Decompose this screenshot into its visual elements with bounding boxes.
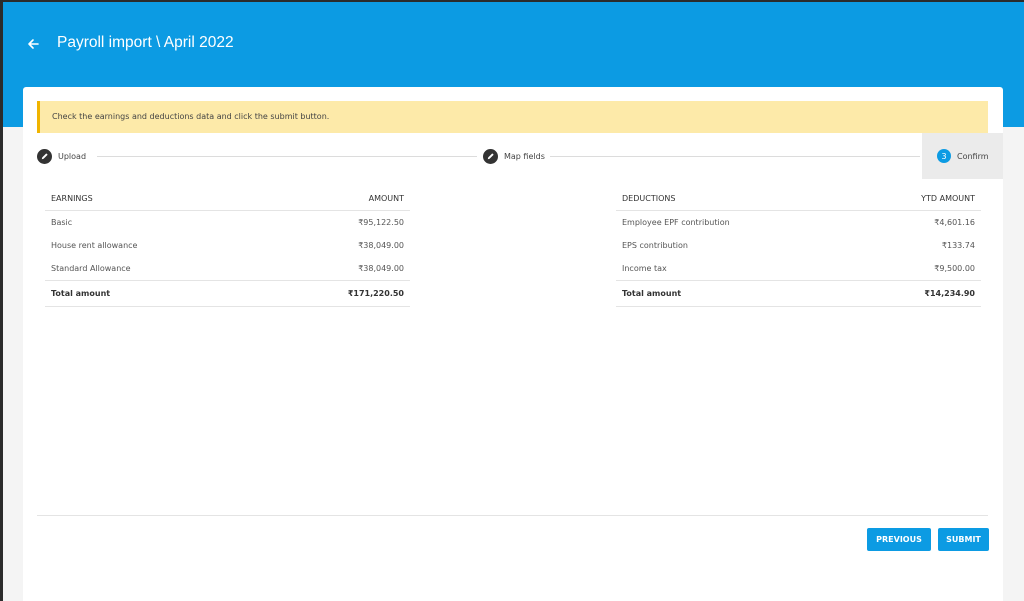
step-upload[interactable]: Upload xyxy=(37,148,86,164)
pencil-icon xyxy=(37,148,52,164)
table-row: Income tax ₹9,500.00 xyxy=(616,257,981,281)
stepper: Upload Map fields 3 Confirm xyxy=(37,133,1003,179)
table-row: Employee EPF contribution ₹4,601.16 xyxy=(616,211,981,235)
step-number-badge: 3 xyxy=(937,149,951,163)
info-banner: Check the earnings and deductions data a… xyxy=(37,101,988,133)
deduction-amount: ₹4,601.16 xyxy=(934,218,975,227)
previous-button[interactable]: PREVIOUS xyxy=(867,528,931,551)
earning-amount: ₹95,122.50 xyxy=(358,218,404,227)
window-top-border xyxy=(0,0,1024,2)
deduction-label: Income tax xyxy=(622,264,667,273)
step-confirm[interactable]: 3 Confirm xyxy=(922,133,1003,179)
ytd-amount-header: YTD AMOUNT xyxy=(851,186,981,211)
window-left-border xyxy=(0,0,3,601)
step-connector xyxy=(97,156,477,157)
deductions-table: DEDUCTIONS YTD AMOUNT Employee EPF contr… xyxy=(616,186,981,307)
total-row: Total amount ₹14,234.90 xyxy=(616,280,981,307)
page-title: Payroll import \ April 2022 xyxy=(57,34,234,51)
earnings-header: EARNINGS xyxy=(45,186,261,211)
earning-amount: ₹38,049.00 xyxy=(358,264,404,273)
deduction-amount: ₹9,500.00 xyxy=(934,264,975,273)
footer-divider xyxy=(37,515,988,516)
step-confirm-label: Confirm xyxy=(957,151,989,161)
table-row: Standard Allowance ₹38,049.00 xyxy=(45,257,410,281)
deductions-header: DEDUCTIONS xyxy=(616,186,852,211)
step-connector xyxy=(550,156,920,157)
table-header-row: EARNINGS AMOUNT xyxy=(45,186,410,211)
submit-button[interactable]: SUBMIT xyxy=(938,528,989,551)
total-label: Total amount xyxy=(45,280,261,307)
deduction-label: EPS contribution xyxy=(622,241,688,250)
table-row: House rent allowance ₹38,049.00 xyxy=(45,234,410,257)
deduction-label: Employee EPF contribution xyxy=(622,218,730,227)
pencil-icon xyxy=(483,148,498,164)
deduction-amount: ₹133.74 xyxy=(941,241,975,250)
step-map-fields-label: Map fields xyxy=(504,151,545,161)
table-row: Basic ₹95,122.50 xyxy=(45,211,410,235)
total-row: Total amount ₹171,220.50 xyxy=(45,280,410,307)
total-label: Total amount xyxy=(616,280,852,307)
step-upload-label: Upload xyxy=(58,151,87,161)
earning-amount: ₹38,049.00 xyxy=(358,241,404,250)
earning-label: Standard Allowance xyxy=(51,264,131,273)
earnings-table: EARNINGS AMOUNT Basic ₹95,122.50 House r… xyxy=(45,186,410,307)
amount-header: AMOUNT xyxy=(260,186,410,211)
table-header-row: DEDUCTIONS YTD AMOUNT xyxy=(616,186,981,211)
import-card: Check the earnings and deductions data a… xyxy=(23,87,1003,601)
arrow-left-icon[interactable] xyxy=(27,36,45,54)
total-amount: ₹14,234.90 xyxy=(851,280,981,307)
earning-label: House rent allowance xyxy=(51,241,138,250)
table-row: EPS contribution ₹133.74 xyxy=(616,234,981,257)
total-amount: ₹171,220.50 xyxy=(260,280,410,307)
step-map-fields[interactable]: Map fields xyxy=(483,148,545,164)
earning-label: Basic xyxy=(51,218,73,227)
